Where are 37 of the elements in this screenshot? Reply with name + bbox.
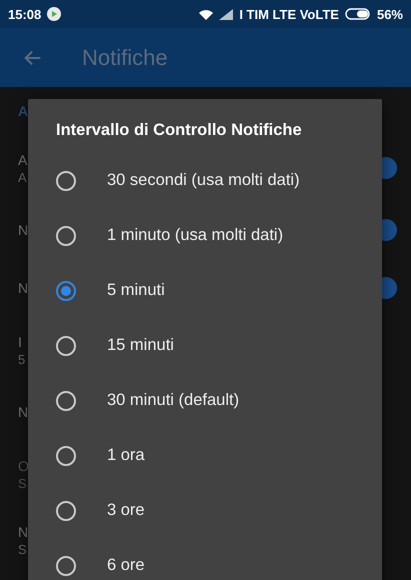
- radio-button[interactable]: [56, 226, 76, 246]
- option-label[interactable]: 6 ore: [107, 556, 145, 575]
- option-label[interactable]: 3 ore: [107, 501, 145, 520]
- setting-label: N: [18, 524, 28, 540]
- setting-summary: S: [18, 476, 27, 490]
- radio-button[interactable]: [56, 336, 76, 356]
- carrier-label: I TIM LTE VoLTE: [239, 6, 339, 22]
- option-label[interactable]: 30 minuti (default): [107, 391, 240, 410]
- toolbar-title: Notifiche: [82, 44, 168, 70]
- setting-label: I: [18, 334, 22, 350]
- setting-summary: S: [18, 542, 27, 556]
- option-label[interactable]: 15 minuti: [107, 336, 174, 355]
- radio-button[interactable]: [56, 446, 76, 466]
- radio-button[interactable]: [56, 280, 76, 300]
- radio-button[interactable]: [56, 500, 76, 520]
- option-label[interactable]: 30 secondi (usa molti dati): [107, 171, 300, 190]
- wifi-icon: [199, 8, 214, 20]
- option-label[interactable]: 5 minuti: [107, 281, 165, 300]
- setting-label: O: [18, 458, 29, 474]
- battery-icon: [344, 8, 371, 20]
- radio-button[interactable]: [56, 170, 76, 190]
- signal-icon: [219, 8, 234, 20]
- setting-label: N: [18, 404, 28, 420]
- setting-summary: A: [18, 170, 27, 184]
- clock: 15:08: [8, 6, 42, 22]
- setting-label: A: [18, 152, 28, 168]
- radio-button[interactable]: [56, 556, 76, 576]
- notification-icon: [47, 7, 62, 21]
- dialog-title: Intervallo di Controllo Notifiche: [56, 121, 303, 141]
- battery-percent: 56%: [376, 6, 403, 22]
- section-header: A: [18, 103, 28, 119]
- option-label[interactable]: 1 ora: [107, 446, 145, 465]
- radio-button[interactable]: [56, 390, 76, 410]
- setting-summary: 5: [18, 352, 26, 366]
- setting-label: N: [18, 222, 28, 238]
- option-label[interactable]: 1 minuto (usa molti dati): [107, 226, 284, 245]
- setting-label: N: [18, 280, 28, 296]
